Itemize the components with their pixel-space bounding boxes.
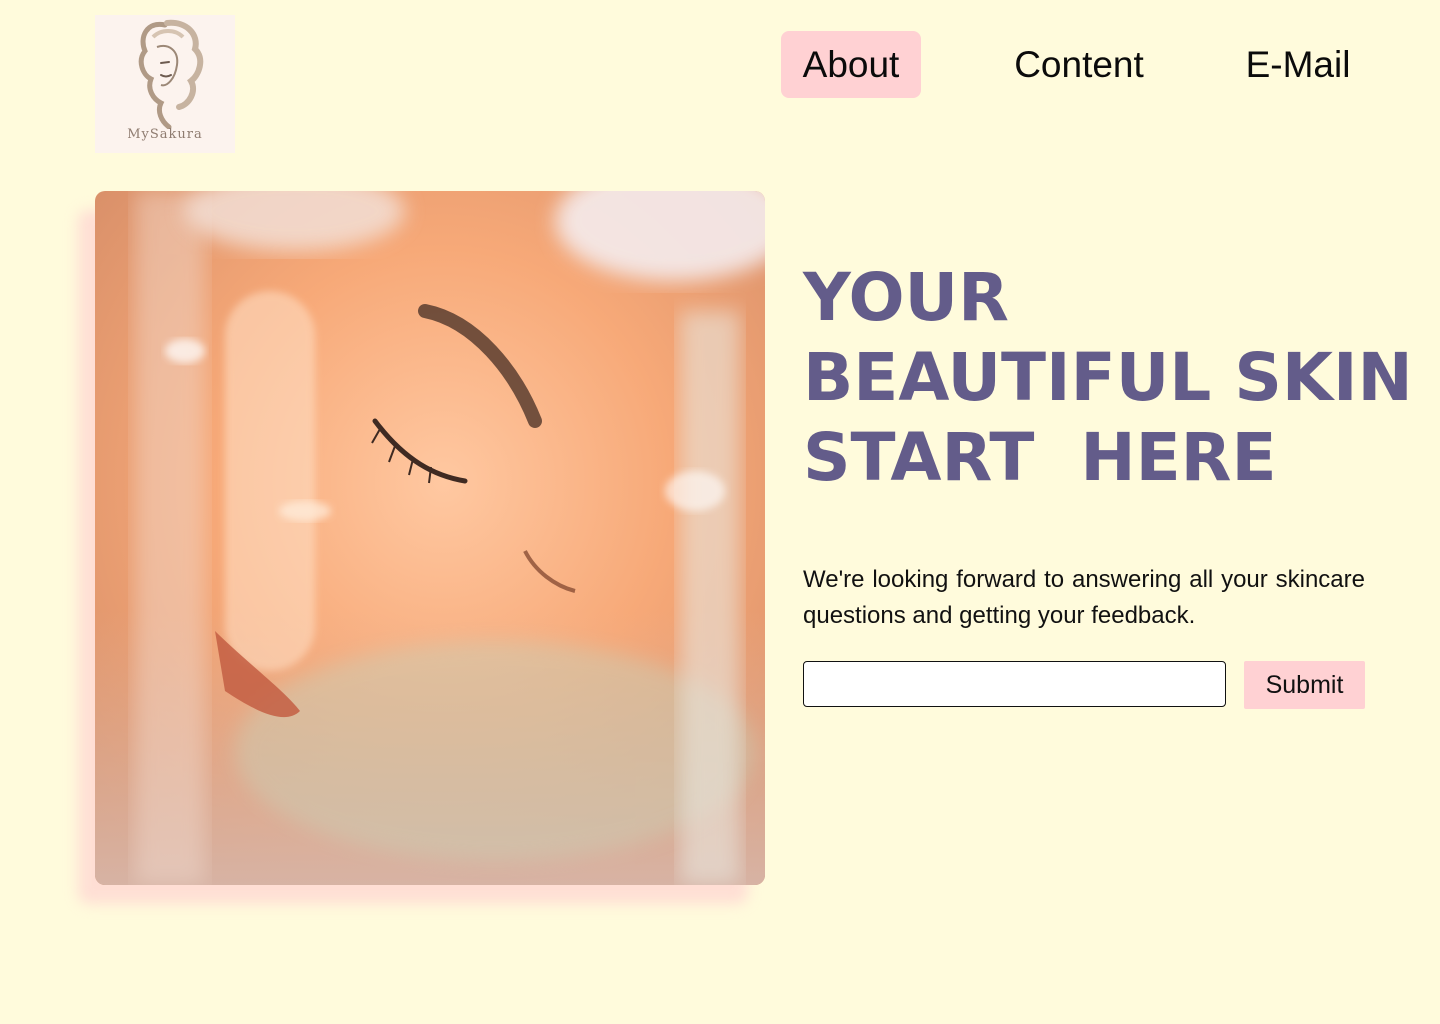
nav-email[interactable]: E-Mail — [1233, 31, 1363, 98]
hero-headline: YOUR BEAUTIFUL SKIN START HERE — [803, 258, 1423, 498]
hero-image — [95, 191, 765, 885]
nav-content[interactable]: Content — [1000, 31, 1158, 98]
hero-description: We're looking forward to answering all y… — [803, 566, 1365, 629]
brand-logo[interactable]: MySakura — [95, 15, 235, 153]
headline-line-2: BEAUTIFUL SKIN — [803, 339, 1413, 416]
submit-button[interactable]: Submit — [1244, 661, 1365, 709]
nav-about[interactable]: About — [781, 31, 921, 98]
brand-name: MySakura — [127, 127, 203, 142]
face-portrait-photo-icon — [95, 191, 765, 885]
woman-face-logo-icon — [138, 19, 204, 129]
headline-line-3: START HERE — [803, 419, 1277, 496]
email-input[interactable] — [803, 661, 1226, 707]
headline-line-1: YOUR — [803, 259, 1009, 336]
